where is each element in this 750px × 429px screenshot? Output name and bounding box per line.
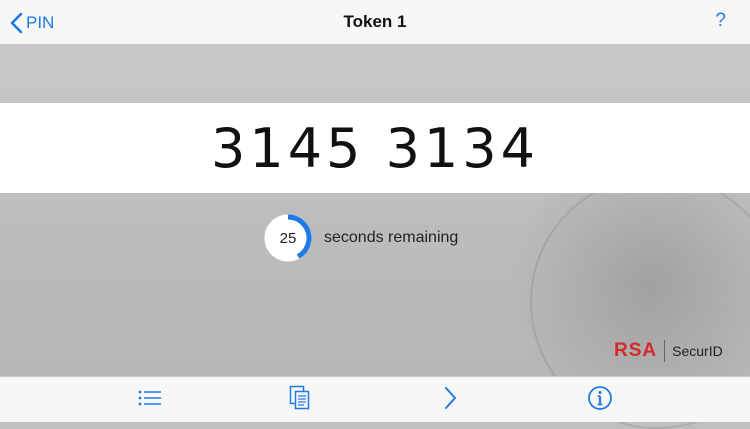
info-icon — [587, 385, 613, 416]
logo-divider — [664, 340, 666, 362]
bottom-toolbar — [0, 376, 750, 422]
list-icon — [137, 388, 163, 413]
copy-code-button[interactable] — [286, 385, 314, 416]
token-code-strip: 3145 3134 — [0, 103, 750, 193]
page-title: Token 1 — [343, 12, 407, 31]
help-button[interactable]: ? — [715, 10, 726, 32]
seconds-remaining-value: 25 — [279, 229, 297, 247]
token-list-button[interactable] — [136, 386, 164, 414]
countdown-ring: 25 — [264, 214, 312, 262]
seconds-remaining-label: seconds remaining — [324, 229, 459, 246]
next-button[interactable] — [436, 386, 464, 414]
next-chevron-icon — [443, 386, 457, 415]
navigation-bar: PIN Token 1 ? — [0, 0, 750, 45]
token-code: 3145 3134 — [210, 116, 540, 180]
copy-icon — [289, 385, 311, 416]
background-texture — [0, 45, 750, 429]
product-name: SecurID — [672, 343, 723, 359]
info-button[interactable] — [586, 385, 614, 416]
rsa-securid-logo: RSA SecurID — [614, 340, 723, 362]
rsa-mark: RSA — [614, 340, 658, 361]
countdown-timer: 25 seconds remaining — [264, 214, 458, 262]
